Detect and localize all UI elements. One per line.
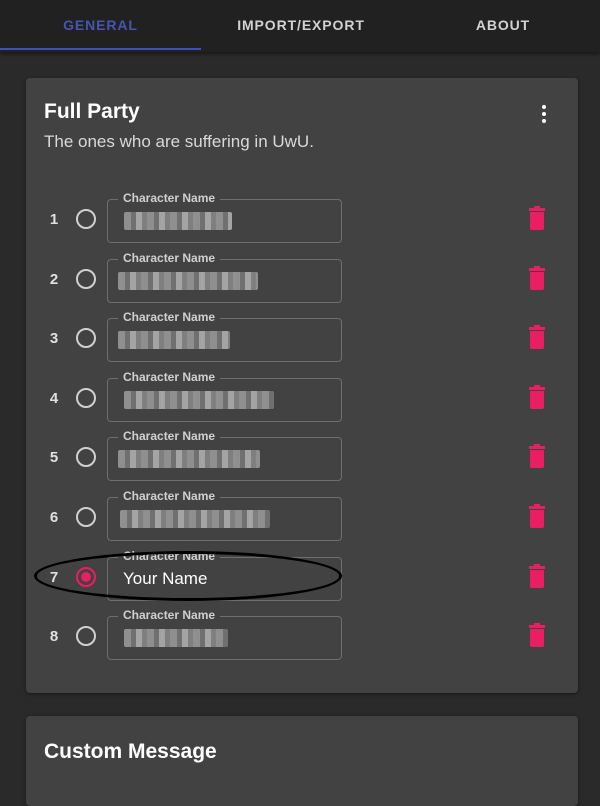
party-row: 3 Character Name: [26, 310, 578, 364]
select-radio[interactable]: [76, 209, 96, 229]
character-name-field[interactable]: Character Name: [107, 250, 342, 303]
trash-icon[interactable]: [529, 384, 545, 409]
field-label: Character Name: [118, 548, 221, 563]
party-row: 1 Character Name: [26, 191, 578, 245]
card-title: Full Party: [44, 100, 140, 123]
trash-icon[interactable]: [529, 325, 545, 350]
character-name-field[interactable]: Character Name: [107, 429, 342, 482]
obscured-name: [118, 450, 260, 469]
row-number: 4: [49, 389, 59, 407]
party-row: 5 Character Name: [26, 429, 578, 483]
obscured-name: [118, 271, 258, 290]
field-label: Character Name: [118, 191, 221, 205]
character-name-field[interactable]: Character Name: [107, 489, 342, 541]
trash-icon[interactable]: [529, 563, 545, 588]
party-row: 2 Character Name: [26, 250, 578, 305]
row-number: 5: [49, 449, 59, 467]
tab-import-export[interactable]: IMPORT/EXPORT: [201, 0, 401, 50]
active-tab-indicator: [0, 48, 201, 50]
row-number: 7: [49, 568, 59, 586]
obscured-name: [124, 390, 274, 409]
tab-general[interactable]: GENERAL: [0, 0, 201, 50]
select-radio[interactable]: [76, 566, 96, 587]
card-title: Custom Message: [44, 740, 217, 763]
select-radio[interactable]: [76, 626, 96, 647]
party-row: 6 Character Name: [26, 489, 578, 543]
row-number: 1: [49, 211, 59, 228]
character-name-value: Your Name: [123, 568, 208, 588]
obscured-name: [118, 331, 230, 350]
select-radio[interactable]: [76, 447, 96, 468]
obscured-name: [124, 629, 228, 648]
tab-about[interactable]: ABOUT: [401, 0, 600, 50]
field-label: Character Name: [118, 429, 221, 444]
select-radio[interactable]: [76, 328, 96, 349]
character-name-field[interactable]: Character Name: [107, 608, 342, 661]
row-number: 6: [49, 509, 59, 526]
select-radio[interactable]: [76, 268, 96, 289]
trash-icon[interactable]: [529, 265, 545, 290]
row-number: 3: [49, 330, 59, 348]
row-number: 2: [49, 270, 59, 288]
party-row: 7 Character Name Your Name: [26, 548, 578, 603]
field-label: Character Name: [118, 608, 221, 623]
party-row: 8 Character Name: [26, 608, 578, 662]
field-label: Character Name: [118, 310, 221, 325]
obscured-name: [120, 510, 270, 528]
field-label: Character Name: [118, 250, 221, 265]
row-number: 8: [49, 628, 59, 646]
party-row: 4 Character Name: [26, 369, 578, 424]
field-label: Character Name: [118, 489, 221, 503]
character-name-field[interactable]: Character Name: [107, 191, 342, 243]
full-party-card: Full Party The ones who are suffering in…: [26, 78, 578, 693]
character-name-field[interactable]: Character Name: [107, 369, 342, 422]
character-name-field[interactable]: Character Name Your Name: [107, 548, 342, 601]
character-name-field[interactable]: Character Name: [107, 310, 342, 363]
obscured-name: [124, 212, 232, 230]
trash-icon[interactable]: [529, 444, 545, 469]
card-subtitle: The ones who are suffering in UwU.: [44, 132, 314, 151]
field-label: Character Name: [118, 369, 221, 384]
trash-icon[interactable]: [529, 623, 545, 648]
more-vert-icon[interactable]: [534, 104, 554, 124]
select-radio[interactable]: [76, 387, 96, 408]
select-radio[interactable]: [76, 507, 96, 527]
custom-message-card: Custom Message: [26, 716, 578, 806]
tab-bar: GENERAL IMPORT/EXPORT ABOUT: [0, 0, 600, 52]
trash-icon[interactable]: [529, 504, 545, 528]
trash-icon[interactable]: [529, 206, 545, 230]
